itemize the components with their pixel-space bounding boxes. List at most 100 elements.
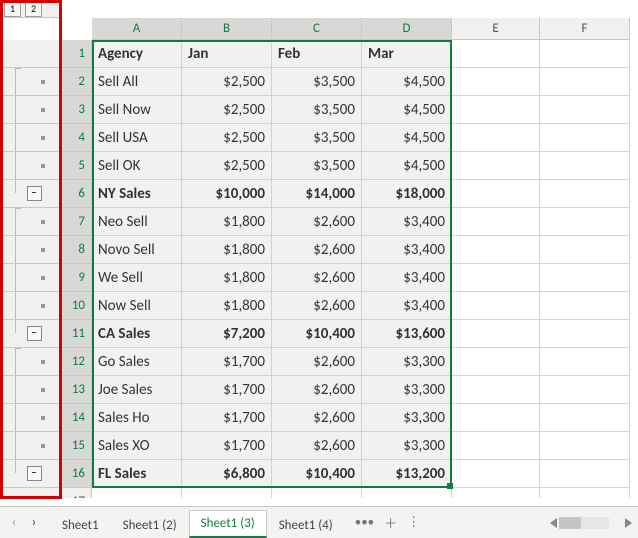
cell[interactable]: Feb <box>272 40 362 68</box>
cell[interactable] <box>452 404 540 432</box>
row-header-13[interactable]: 13 <box>60 376 92 403</box>
cell[interactable] <box>540 376 630 404</box>
cell[interactable]: $1,800 <box>182 236 272 264</box>
cell[interactable]: $2,500 <box>182 152 272 180</box>
row-header-14[interactable]: 14 <box>60 404 92 431</box>
cell[interactable]: $1,800 <box>182 292 272 320</box>
row-header-15[interactable]: 15 <box>60 432 92 459</box>
column-header-C[interactable]: C <box>272 18 362 40</box>
cell[interactable]: $1,700 <box>182 348 272 376</box>
tab-nav-prev[interactable]: ‹ <box>4 513 24 533</box>
sheet-tab[interactable]: Sheet1 (2) <box>111 512 189 538</box>
cell[interactable] <box>540 40 630 68</box>
cell[interactable]: Sales XO <box>92 432 182 460</box>
cell[interactable] <box>540 180 630 208</box>
row-header-9[interactable]: 9 <box>60 264 92 291</box>
cell[interactable] <box>452 152 540 180</box>
cell[interactable]: $4,500 <box>362 124 452 152</box>
column-header-F[interactable]: F <box>540 18 630 40</box>
outline-level-2-button[interactable]: 2 <box>25 0 42 17</box>
cell[interactable]: Agency <box>92 40 182 68</box>
cell[interactable]: $3,500 <box>272 152 362 180</box>
cell[interactable]: $1,800 <box>182 208 272 236</box>
cell[interactable] <box>540 236 630 264</box>
cell[interactable] <box>540 348 630 376</box>
cell[interactable] <box>452 264 540 292</box>
cell[interactable]: $4,500 <box>362 68 452 96</box>
cell[interactable]: $2,500 <box>182 96 272 124</box>
cell[interactable] <box>452 208 540 236</box>
cell[interactable]: Go Sales <box>92 348 182 376</box>
cell[interactable] <box>452 292 540 320</box>
row-header-11[interactable]: 11 <box>60 320 92 347</box>
cell[interactable]: Sell OK <box>92 152 182 180</box>
sheet-tab[interactable]: Sheet1 (4) <box>267 512 345 538</box>
cell[interactable] <box>452 236 540 264</box>
cell[interactable] <box>452 68 540 96</box>
scroll-left-icon[interactable] <box>550 518 557 528</box>
column-header-A[interactable]: A <box>92 18 182 40</box>
cell[interactable]: FL Sales <box>92 460 182 488</box>
cell[interactable]: $2,600 <box>272 292 362 320</box>
cell[interactable]: $10,000 <box>182 180 272 208</box>
cell[interactable]: $3,300 <box>362 432 452 460</box>
cell[interactable]: NY Sales <box>92 180 182 208</box>
scroll-right-icon[interactable] <box>625 518 632 528</box>
cell[interactable]: $1,700 <box>182 376 272 404</box>
cell[interactable] <box>362 488 452 498</box>
cell[interactable]: Now Sell <box>92 292 182 320</box>
cell[interactable]: $3,500 <box>272 96 362 124</box>
cell[interactable]: $2,600 <box>272 236 362 264</box>
cell[interactable] <box>540 96 630 124</box>
row-header-16[interactable]: 16 <box>60 460 92 487</box>
cell[interactable]: $2,500 <box>182 124 272 152</box>
cell[interactable]: Sell All <box>92 68 182 96</box>
cell[interactable]: Sell USA <box>92 124 182 152</box>
row-header-4[interactable]: 4 <box>60 124 92 151</box>
cell[interactable] <box>540 320 630 348</box>
cell[interactable]: Joe Sales <box>92 376 182 404</box>
cell[interactable]: $6,800 <box>182 460 272 488</box>
row-header-1[interactable]: 1 <box>60 40 92 67</box>
row-header-17[interactable]: 17 <box>60 488 92 498</box>
cell[interactable] <box>540 68 630 96</box>
cell[interactable] <box>540 264 630 292</box>
cell[interactable] <box>92 488 182 498</box>
cell[interactable] <box>182 488 272 498</box>
cell[interactable]: Mar <box>362 40 452 68</box>
cell[interactable]: $2,600 <box>272 376 362 404</box>
cell[interactable]: $2,600 <box>272 432 362 460</box>
cell[interactable] <box>452 40 540 68</box>
cell[interactable] <box>452 180 540 208</box>
cell[interactable]: Sales Ho <box>92 404 182 432</box>
cell[interactable]: $18,000 <box>362 180 452 208</box>
sheet-tab[interactable]: Sheet1 (3) <box>189 510 267 538</box>
cell[interactable]: $3,400 <box>362 236 452 264</box>
cell[interactable] <box>452 348 540 376</box>
sheet-tab[interactable]: Sheet1 <box>50 512 111 538</box>
cell[interactable]: $13,200 <box>362 460 452 488</box>
cell[interactable]: $7,200 <box>182 320 272 348</box>
cell[interactable]: Novo Sell <box>92 236 182 264</box>
column-header-D[interactable]: D <box>362 18 452 40</box>
outline-collapse-button[interactable]: – <box>27 186 42 201</box>
cell[interactable]: $3,400 <box>362 264 452 292</box>
cell[interactable]: $10,400 <box>272 320 362 348</box>
row-header-2[interactable]: 2 <box>60 68 92 95</box>
cell[interactable]: $3,500 <box>272 68 362 96</box>
row-header-6[interactable]: 6 <box>60 180 92 207</box>
cell[interactable]: $2,600 <box>272 348 362 376</box>
cell[interactable] <box>452 124 540 152</box>
tab-nav-next[interactable]: › <box>24 513 44 533</box>
row-header-5[interactable]: 5 <box>60 152 92 179</box>
cell[interactable]: Sell Now <box>92 96 182 124</box>
cell[interactable]: $3,500 <box>272 124 362 152</box>
cell[interactable] <box>452 320 540 348</box>
cell[interactable] <box>452 376 540 404</box>
cell[interactable]: $1,700 <box>182 432 272 460</box>
cell[interactable]: $2,500 <box>182 68 272 96</box>
cell[interactable] <box>540 292 630 320</box>
cell[interactable]: $3,300 <box>362 348 452 376</box>
cell[interactable]: $2,600 <box>272 264 362 292</box>
cell[interactable]: $2,600 <box>272 404 362 432</box>
